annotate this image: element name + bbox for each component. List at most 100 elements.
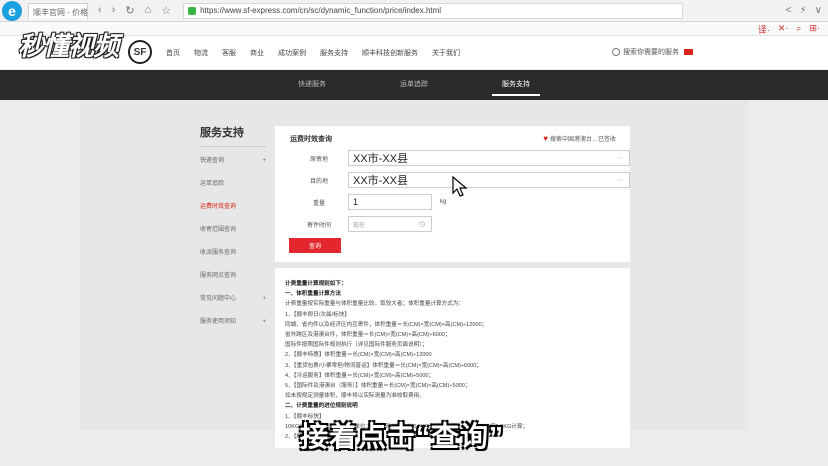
weight-label: 重量 bbox=[312, 200, 325, 207]
watermark-logo: 秒懂视频 bbox=[18, 31, 119, 61]
back-icon[interactable]: ‹ bbox=[98, 4, 102, 17]
nav-about[interactable]: 关于我们 bbox=[432, 48, 460, 58]
sidebar-item-notice[interactable]: 服务使用须知 + bbox=[200, 316, 266, 339]
origin-label: 原寄地 bbox=[309, 156, 328, 163]
dropdown-icon[interactable]: ∨ bbox=[815, 5, 822, 16]
bookmarks-bar: 译· ✕· ⌕ ⊞· bbox=[0, 22, 828, 36]
close-ext-icon[interactable]: ✕· bbox=[778, 23, 789, 36]
extensions: 译· ✕· ⌕ ⊞· bbox=[758, 23, 820, 36]
rule-line: 如未按规定测量体积，顺丰将以实际测量为准收取费用。 bbox=[285, 393, 425, 400]
time-row: 寄件时间 现在 ◷ bbox=[290, 216, 432, 232]
sidebar-item-label: 收寄范围查询 bbox=[200, 227, 237, 233]
subnav-support[interactable]: 服务支持 bbox=[492, 70, 540, 100]
dest-value: XX市-XX县 bbox=[353, 175, 409, 187]
browser-tools: < ⚡ ∨ bbox=[786, 5, 822, 16]
origin-value: XX市-XX县 bbox=[353, 153, 409, 165]
browser-toolbar: e 顺丰官网 - 价格 ‹ › ↻ ⌂ ☆ https://www.sf-exp… bbox=[0, 0, 828, 22]
sidebar-item-outlets[interactable]: 服务网点查询 bbox=[200, 270, 266, 293]
share-icon[interactable]: < bbox=[786, 5, 792, 16]
sidebar-item-price[interactable]: 运费时效查询 bbox=[200, 201, 266, 224]
sidebar-item-faq[interactable]: 常见问题中心 + bbox=[200, 293, 266, 316]
translate-icon[interactable]: 译· bbox=[758, 23, 770, 36]
sidebar-item-label: 运费时效查询 bbox=[200, 204, 237, 210]
browser-nav: ‹ › ↻ ⌂ ☆ bbox=[98, 4, 171, 17]
sub-nav: 快递服务 运单追踪 服务支持 bbox=[0, 70, 828, 100]
time-placeholder: 现在 bbox=[353, 222, 366, 229]
more-icon: ··· bbox=[616, 154, 623, 162]
rule-line: 1、【顺丰即日/次晨/标快】 bbox=[285, 311, 350, 318]
address-text: https://www.sf-express.com/cn/sc/dynamic… bbox=[200, 6, 442, 15]
address-bar[interactable]: https://www.sf-express.com/cn/sc/dynamic… bbox=[183, 2, 684, 19]
nav-home[interactable]: 首页 bbox=[166, 48, 180, 58]
help-link[interactable]: ♥ 搜索中国港澳台…已签收 bbox=[543, 134, 616, 143]
rule-line: 4、【冷运服务】体积重量＝长(CM)×宽(CM)×高(CM)÷5000； bbox=[285, 372, 435, 379]
weight-value: 1 bbox=[353, 197, 359, 207]
dest-label: 目的地 bbox=[309, 178, 328, 185]
expand-icon: + bbox=[262, 296, 266, 302]
nav-tech[interactable]: 顺丰科技创新服务 bbox=[362, 48, 418, 58]
query-button[interactable]: 查询 bbox=[289, 238, 341, 253]
sf-logo[interactable]: SF bbox=[128, 40, 152, 64]
sidebar-item-tracking[interactable]: 快递查询 + bbox=[200, 155, 266, 178]
rule-line: 省外跨区及港澳台件，体积重量＝长(CM)×宽(CM)×高(CM)÷6000； bbox=[285, 332, 451, 339]
china-flag-icon[interactable] bbox=[684, 49, 693, 55]
rule-line: 2、【顺丰特惠】体积重量＝长(CM)×宽(CM)×高(CM)÷12000 bbox=[285, 352, 432, 359]
expand-icon: + bbox=[262, 158, 266, 164]
sidebar-title: 服务支持 bbox=[200, 124, 266, 147]
site-search-label: 搜索你需要的服务 bbox=[623, 49, 679, 56]
time-label: 寄件时间 bbox=[306, 222, 331, 229]
sidebar-item-range[interactable]: 收寄范围查询 bbox=[200, 224, 266, 247]
sidebar-item-waybill[interactable]: 运单追踪 bbox=[200, 178, 266, 201]
heart-icon: ♥ bbox=[543, 134, 548, 143]
sidebar-item-label: 快递查询 bbox=[200, 158, 225, 164]
rule-line: 计费重量按实际重量与体积重量比较，取较大者；体积重量计算方式为： bbox=[285, 301, 465, 308]
sidebar-item-label: 收派服务查询 bbox=[200, 250, 237, 256]
dest-field[interactable]: XX市-XX县 ··· bbox=[348, 172, 630, 188]
sidebar-item-label: 服务网点查询 bbox=[200, 273, 237, 279]
lightning-icon[interactable]: ⚡ bbox=[800, 5, 807, 16]
rule-line: 二、计费重量的进位规则说明 bbox=[285, 403, 358, 410]
search-icon bbox=[612, 48, 620, 56]
rule-line: 同城、省内件以及经济区内互寄件，体积重量＝长(CM)×宽(CM)×高(CM)÷1… bbox=[285, 321, 488, 328]
weight-field[interactable]: 1 bbox=[348, 194, 432, 210]
site-search[interactable]: 搜索你需要的服务 bbox=[612, 47, 679, 57]
rule-line: 国际件按照国际件规则执行（详见国际件服务页面说明）； bbox=[285, 342, 428, 349]
browser-logo-icon: e bbox=[2, 0, 22, 21]
time-field[interactable]: 现在 ◷ bbox=[348, 216, 432, 232]
subnav-express[interactable]: 快递服务 bbox=[288, 70, 336, 100]
weight-unit: kg bbox=[440, 199, 447, 205]
apps-icon[interactable]: ⊞· bbox=[809, 23, 820, 36]
nav-business[interactable]: 商业 bbox=[250, 48, 264, 58]
rule-line: 一、体积重量计算方法 bbox=[285, 291, 341, 298]
sidebar-item-delivery[interactable]: 收派服务查询 bbox=[200, 247, 266, 270]
expand-icon: + bbox=[262, 319, 266, 325]
browser-tab[interactable]: 顺丰官网 - 价格 bbox=[28, 2, 88, 19]
subnav-tracking[interactable]: 运单追踪 bbox=[390, 70, 438, 100]
forward-icon[interactable]: › bbox=[112, 4, 116, 17]
clock-icon: ◷ bbox=[418, 221, 425, 228]
refresh-icon[interactable]: ↻ bbox=[125, 4, 134, 17]
origin-field[interactable]: XX市-XX县 ··· bbox=[348, 150, 630, 166]
sidebar: 服务支持 快递查询 + 运单追踪 运费时效查询 收寄范围查询 收派服务查询 服务网… bbox=[200, 124, 266, 339]
secure-icon bbox=[188, 6, 197, 15]
nav-support[interactable]: 服务支持 bbox=[320, 48, 348, 58]
nav-service[interactable]: 客服 bbox=[222, 48, 236, 58]
video-caption: 接着点击“查询” bbox=[300, 421, 505, 452]
favorite-icon[interactable]: ☆ bbox=[161, 4, 171, 17]
sidebar-item-label: 常见问题中心 bbox=[200, 296, 237, 302]
rule-line: 3、【重货包裹/小票零担/物流普运】体积重量＝长(CM)×宽(CM)×高(CM)… bbox=[285, 362, 482, 369]
origin-row: 原寄地 XX市-XX县 ··· bbox=[290, 150, 630, 166]
rule-line: 5、【国际件及港澳台（服务）】体积重量＝长(CM)×宽(CM)×高(CM)÷50… bbox=[285, 383, 471, 390]
search-ext-icon[interactable]: ⌕ bbox=[796, 23, 801, 36]
rule-line: 计费重量计算规则如下： bbox=[285, 281, 347, 287]
nav-logistics[interactable]: 物流 bbox=[194, 48, 208, 58]
home-icon[interactable]: ⌂ bbox=[145, 4, 152, 17]
mouse-cursor-icon bbox=[452, 176, 468, 197]
weight-row: 重量 1 kg bbox=[290, 194, 446, 210]
more-icon: ··· bbox=[616, 176, 623, 184]
sidebar-item-label: 服务使用须知 bbox=[200, 319, 237, 325]
help-link-text: 搜索中国港澳台…已签收 bbox=[549, 137, 616, 143]
query-title: 运费时效查询 bbox=[290, 136, 332, 143]
main-nav: 首页 物流 客服 商业 成功案例 服务支持 顺丰科技创新服务 关于我们 bbox=[166, 48, 460, 58]
nav-cases[interactable]: 成功案例 bbox=[278, 48, 306, 58]
